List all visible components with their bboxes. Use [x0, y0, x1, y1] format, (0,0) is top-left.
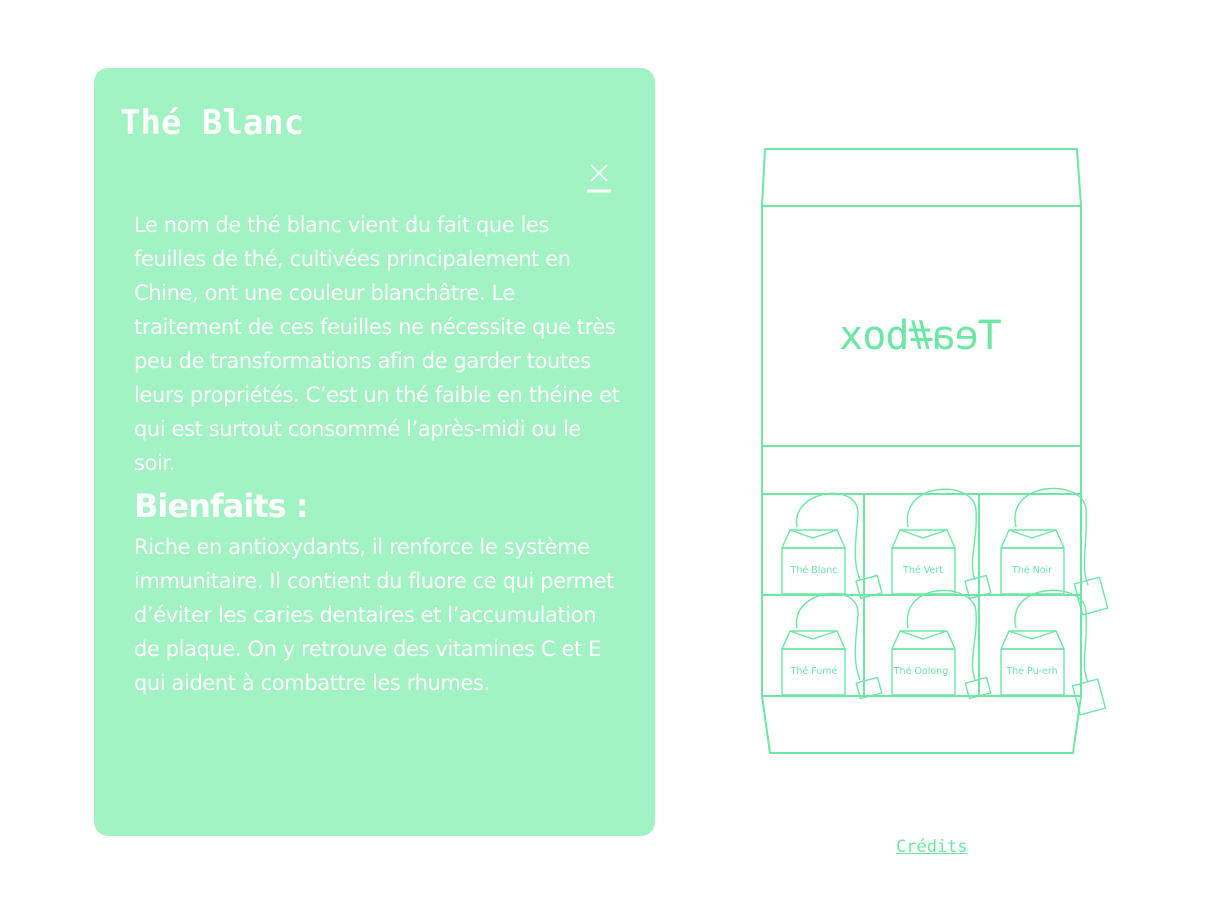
tea-bag-vert[interactable]: Thé Vert — [891, 488, 992, 600]
box-front — [761, 695, 1082, 754]
benefits-heading: Bienfaits : — [134, 487, 309, 525]
tea-label-noir: Thé Noir — [1011, 565, 1052, 576]
tea-box-illustration: Tea#box Thé Blanc Thé Vert Thé Noir Thé … — [761, 148, 1109, 754]
box-strip — [761, 445, 1082, 495]
tea-bag-fume[interactable]: Thé Fumé — [781, 592, 883, 700]
benefits-text: Riche en antioxydants, il renforce le sy… — [134, 535, 614, 695]
close-icon — [587, 164, 611, 193]
tea-label-vert: Thé Vert — [902, 565, 943, 576]
tea-bag-blanc[interactable]: Thé Blanc — [781, 492, 883, 600]
tea-description: Le nom de thé blanc vient du fait que le… — [134, 213, 620, 475]
tea-label-oolong: Thé Oolong — [893, 666, 948, 677]
box-lid — [761, 148, 1082, 207]
box-brand: Tea#box — [840, 313, 1002, 359]
close-button[interactable] — [587, 162, 611, 194]
box-brand-text: Tea#box — [840, 313, 1002, 359]
panel-title: Thé Blanc — [120, 103, 305, 143]
credits-link[interactable]: Crédits — [896, 837, 968, 857]
tea-info-panel: Thé Blanc Le nom de thé blanc vient du f… — [94, 68, 655, 836]
tea-label-fume: Thé Fumé — [790, 666, 838, 677]
tea-label-blanc: Thé Blanc — [790, 565, 838, 576]
tea-label-puerh: Thé Pu-erh — [1005, 666, 1057, 677]
panel-content: Le nom de thé blanc vient du fait que le… — [134, 208, 624, 700]
tea-bag-oolong[interactable]: Thé Oolong — [891, 589, 992, 700]
